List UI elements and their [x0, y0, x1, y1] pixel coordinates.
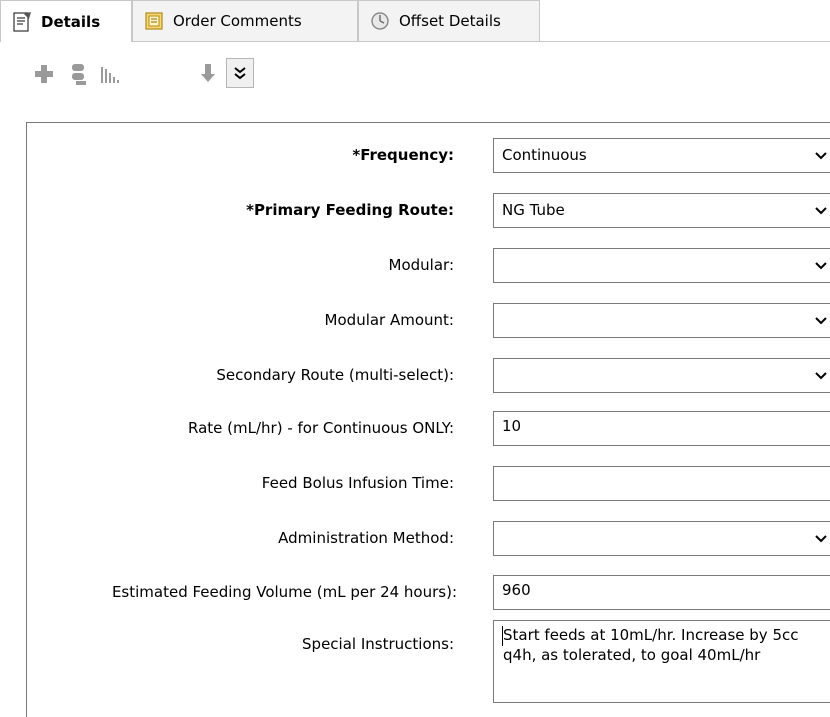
chevron-down-icon[interactable]	[804, 194, 830, 227]
unlink-icon	[72, 64, 86, 85]
tab-order-comments[interactable]: Order Comments	[132, 0, 358, 41]
clock-icon	[369, 10, 391, 32]
estimated-feeding-volume-label: Estimated Feeding Volume (mL per 24 hour…	[111, 583, 457, 601]
chart-icon	[101, 67, 119, 83]
rate-value: 10	[502, 417, 522, 435]
frequency-select[interactable]: Continuous	[493, 138, 830, 173]
secondary-route-label: Secondary Route (multi-select):	[216, 366, 454, 384]
tab-order-comments-label: Order Comments	[173, 12, 302, 30]
chevron-down-icon[interactable]	[804, 359, 830, 392]
administration-method-label: Administration Method:	[278, 529, 454, 547]
modular-select[interactable]	[493, 248, 830, 283]
frequency-value: Continuous	[502, 146, 587, 164]
tab-offset-details-label: Offset Details	[399, 12, 501, 30]
chevron-down-icon[interactable]	[804, 304, 830, 337]
modular-amount-select[interactable]	[493, 303, 830, 338]
tab-strip: Details Order Comments Offset Details	[0, 0, 830, 42]
feed-bolus-infusion-time-input[interactable]	[493, 466, 830, 501]
estimated-feeding-volume-value: 960	[502, 581, 531, 599]
primary-feeding-route-label: *Primary Feeding Route:	[246, 201, 454, 219]
modular-label: Modular:	[388, 256, 454, 274]
modular-amount-label: Modular Amount:	[324, 311, 454, 329]
chart-button[interactable]	[96, 60, 124, 88]
details-page-icon	[11, 11, 33, 33]
rate-label: Rate (mL/hr) - for Continuous ONLY:	[187, 419, 454, 437]
tab-offset-details[interactable]: Offset Details	[358, 0, 540, 41]
comments-book-icon	[143, 10, 165, 32]
special-instructions-label: Special Instructions:	[302, 635, 454, 653]
tab-details[interactable]: Details	[0, 0, 132, 42]
chevron-down-icon[interactable]	[804, 139, 830, 172]
chevron-down-icon[interactable]	[804, 522, 830, 555]
primary-feeding-route-select[interactable]: NG Tube	[493, 193, 830, 228]
special-instructions-textarea[interactable]: Start feeds at 10mL/hr. Increase by 5cc …	[493, 620, 830, 703]
toolbar	[0, 42, 830, 116]
add-button[interactable]	[30, 60, 58, 88]
tab-details-label: Details	[41, 12, 101, 31]
double-chevron-down-icon	[234, 67, 246, 80]
frequency-label: *Frequency:	[352, 146, 454, 164]
move-down-button[interactable]	[193, 58, 223, 88]
expand-button[interactable]	[226, 58, 254, 88]
special-instructions-value: Start feeds at 10mL/hr. Increase by 5cc …	[503, 626, 799, 664]
rate-input[interactable]: 10	[493, 411, 830, 446]
down-arrow-icon	[201, 64, 215, 82]
unlink-button[interactable]	[64, 60, 92, 88]
primary-feeding-route-value: NG Tube	[502, 201, 565, 219]
administration-method-select[interactable]	[493, 521, 830, 556]
add-icon	[35, 65, 53, 83]
secondary-route-select[interactable]	[493, 358, 830, 393]
chevron-down-icon[interactable]	[804, 249, 830, 282]
estimated-feeding-volume-input[interactable]: 960	[493, 575, 830, 610]
order-details-form: *Frequency: Continuous *Primary Feeding …	[26, 122, 830, 717]
feed-bolus-infusion-time-label: Feed Bolus Infusion Time:	[261, 474, 454, 492]
